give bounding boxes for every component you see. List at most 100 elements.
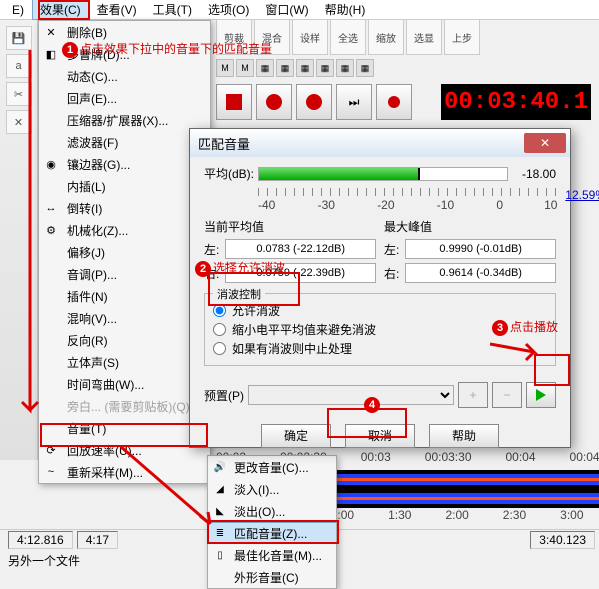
cur-left-value: 0.0783 (-22.12dB): [225, 239, 376, 259]
record-button[interactable]: [256, 84, 292, 120]
menu-bar: E) 效果(C) 查看(V) 工具(T) 选项(O) 窗口(W) 帮助(H): [0, 0, 599, 20]
bigbtn-2[interactable]: 设样: [292, 19, 328, 55]
arrow-3: [490, 334, 550, 364]
menu-icon: [43, 244, 59, 260]
menu-icon: ⚙: [43, 222, 59, 238]
bigbtn-4[interactable]: 缩放: [368, 19, 404, 55]
play-preview-button[interactable]: [526, 382, 556, 408]
menu-file[interactable]: E): [4, 1, 32, 19]
annotation-3: 3点击播放: [492, 318, 558, 336]
max-peak-heading: 最大峰值: [384, 218, 556, 235]
menu-icon: [43, 266, 59, 282]
end-button[interactable]: ⏭: [336, 84, 372, 120]
si-8[interactable]: ▦: [356, 59, 374, 77]
bigbtn-5[interactable]: 选显: [406, 19, 442, 55]
menu-options[interactable]: 选项(O): [200, 0, 257, 20]
menu-icon: ↔: [43, 200, 59, 216]
dialog-titlebar[interactable]: 匹配音量 ✕: [190, 129, 570, 157]
si-4[interactable]: ▦: [276, 59, 294, 77]
dropdown-item[interactable]: 回声(E)...: [39, 87, 210, 109]
avg-slider[interactable]: [258, 167, 508, 181]
dropdown-item[interactable]: 反向(R): [39, 329, 210, 351]
toolbar-area: 剪裁 混合 设样 全选 缩放 选显 上步 MM▦▦▦▦▦▦ ⏭ 00:03:40…: [212, 56, 599, 126]
preset-remove-button[interactable]: −: [492, 382, 522, 408]
menu-icon: [43, 420, 59, 436]
arrow-2: [120, 446, 220, 531]
radio-allow-clip[interactable]: 允许消波: [213, 302, 547, 319]
dropdown-item[interactable]: ⚙机械化(Z)...: [39, 219, 210, 241]
dropdown-item[interactable]: 偏移(J)▸: [39, 241, 210, 263]
menu-icon: [43, 178, 59, 194]
small-icon-row: MM▦▦▦▦▦▦: [212, 56, 599, 80]
effects-dropdown: ✕删除(B)◧多曹牌(D)...动态(C)...回声(E)...压缩器/扩展器(…: [38, 20, 211, 484]
menu-effects[interactable]: 效果(C): [32, 0, 89, 20]
group-legend: 消波控制: [213, 286, 265, 302]
annotation-4-badge: 4: [364, 396, 382, 413]
status-position: 4:12.816: [8, 531, 73, 549]
bigbtn-3[interactable]: 全选: [330, 19, 366, 55]
dropdown-item[interactable]: 混响(V)...: [39, 307, 210, 329]
arrow-1: [16, 50, 44, 440]
submenu-item[interactable]: ◢淡入(I)...: [208, 478, 336, 500]
timecode-display: 00:03:40.1: [441, 84, 591, 120]
submenu-item[interactable]: 🔊更改音量(C)...: [208, 456, 336, 478]
si-5[interactable]: ▦: [296, 59, 314, 77]
menu-icon: ⟳: [43, 442, 59, 458]
submenu-item[interactable]: ◣淡出(O)...: [208, 500, 336, 522]
dropdown-item[interactable]: ↔倒转(I): [39, 197, 210, 219]
bigbtn-6[interactable]: 上步: [444, 19, 480, 55]
menu-icon: [43, 376, 59, 392]
si-7[interactable]: ▦: [336, 59, 354, 77]
dropdown-item[interactable]: ◉镶边器(G)...: [39, 153, 210, 175]
menu-icon: [43, 332, 59, 348]
menu-icon: ~: [43, 464, 59, 480]
si-3[interactable]: ▦: [256, 59, 274, 77]
avg-db-label: 平均(dB):: [204, 165, 254, 182]
menu-icon: [43, 310, 59, 326]
dropdown-item[interactable]: 滤波器(F)▸: [39, 131, 210, 153]
status-selection: 3:40.123: [530, 531, 595, 549]
menu-window[interactable]: 窗口(W): [257, 0, 316, 20]
dropdown-item[interactable]: 压缩器/扩展器(X)...: [39, 109, 210, 131]
cancel-button[interactable]: 取消: [345, 424, 415, 448]
percent-link[interactable]: 12.59%: [565, 188, 599, 202]
peak-right-value: 0.9614 (-0.34dB): [405, 263, 556, 283]
stop-button[interactable]: [216, 84, 252, 120]
rec3-button[interactable]: [376, 84, 412, 120]
dropdown-item[interactable]: 音调(P)...: [39, 263, 210, 285]
menu-icon: ◧: [43, 46, 59, 62]
dropdown-item[interactable]: 立体声(S)▸: [39, 351, 210, 373]
menu-icon: ▯: [212, 547, 228, 563]
menu-icon: [43, 90, 59, 106]
menu-icon: [212, 569, 228, 585]
si-1[interactable]: M: [216, 59, 234, 77]
help-button[interactable]: 帮助: [429, 424, 499, 448]
menu-icon: [43, 134, 59, 150]
status-duration: 4:17: [77, 531, 118, 549]
tool-save[interactable]: 💾: [6, 26, 32, 50]
submenu-item[interactable]: ▯最佳化音量(M)...: [208, 544, 336, 566]
si-6[interactable]: ▦: [316, 59, 334, 77]
dropdown-item[interactable]: 音量(T)▸: [39, 417, 210, 439]
menu-help[interactable]: 帮助(H): [317, 0, 374, 20]
preset-select[interactable]: [248, 385, 454, 405]
dropdown-item[interactable]: 内插(L): [39, 175, 210, 197]
menu-icon: ◉: [43, 156, 59, 172]
dropdown-item[interactable]: 时间弯曲(W)...: [39, 373, 210, 395]
status-footer: 另外一个文件: [8, 552, 80, 569]
ok-button[interactable]: 确定: [261, 424, 331, 448]
preset-label: 预置(P): [204, 387, 244, 404]
menu-view[interactable]: 查看(V): [89, 0, 145, 20]
record2-button[interactable]: [296, 84, 332, 120]
submenu-item[interactable]: 外形音量(C): [208, 566, 336, 588]
menu-tools[interactable]: 工具(T): [145, 0, 200, 20]
close-icon[interactable]: ✕: [524, 133, 566, 153]
si-2[interactable]: M: [236, 59, 254, 77]
preset-add-button[interactable]: +: [458, 382, 488, 408]
dropdown-item[interactable]: 动态(C)...: [39, 65, 210, 87]
current-avg-heading: 当前平均值: [204, 218, 376, 235]
annotation-1: 1点击效果下拉中的音量下的匹配音量: [62, 40, 272, 58]
menu-icon: [43, 398, 59, 414]
dropdown-item[interactable]: 插件(N)▸: [39, 285, 210, 307]
submenu-item[interactable]: ≣匹配音量(Z)...: [208, 522, 336, 544]
